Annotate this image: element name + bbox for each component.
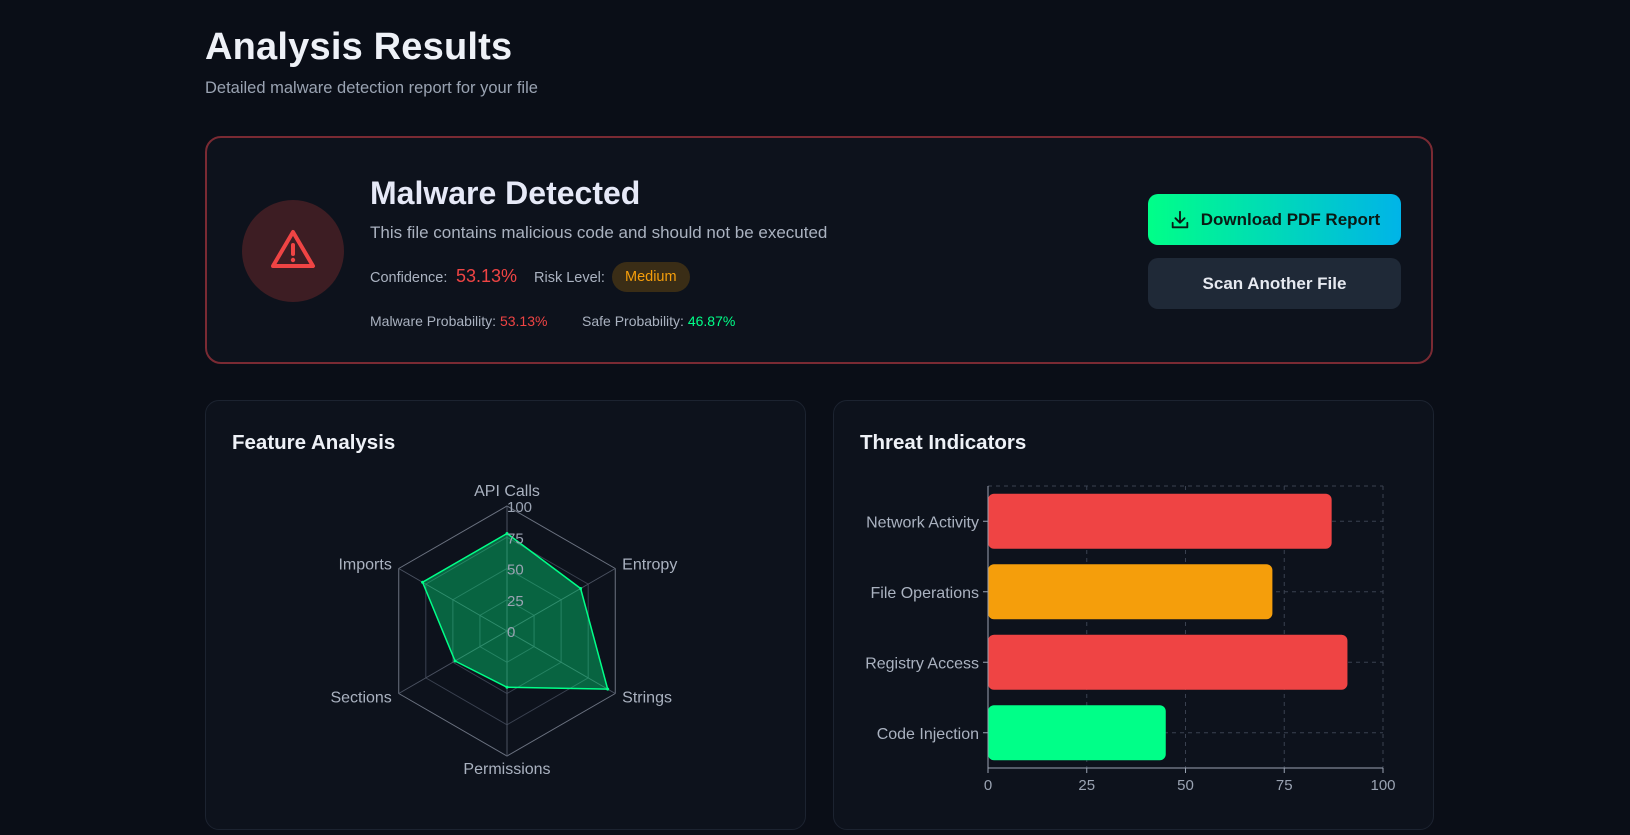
radar-axis-label: Strings	[622, 690, 672, 707]
radar-data-point	[606, 687, 610, 691]
threat-bar	[988, 564, 1273, 620]
radar-tick-label: 25	[507, 593, 524, 610]
threat-bar	[988, 493, 1332, 549]
safe-probability: Safe Probability: 46.87%	[582, 313, 735, 329]
threat-indicators-panel: Threat Indicators Network Activity File O…	[833, 400, 1434, 830]
safe-probability-value: 46.87%	[687, 313, 736, 329]
radar-tick-label: 75	[507, 530, 524, 547]
warning-triangle-icon	[271, 230, 315, 268]
confidence-label: Confidence:	[370, 270, 448, 286]
radar-data-point	[579, 587, 583, 590]
bar-category-label: File Operations	[871, 585, 980, 602]
radar-data-area	[421, 532, 609, 690]
bar-x-tick-label: 100	[1370, 777, 1395, 794]
scan-another-file-label: Scan Another File	[1202, 273, 1347, 293]
result-title: Malware Detected	[370, 175, 641, 211]
feature-analysis-panel: Feature Analysis 0 25 50 75 100 API Calls Entr…	[205, 400, 806, 830]
page-title: Analysis Results	[205, 26, 513, 68]
threat-bar	[988, 705, 1166, 761]
bar-x-tick-label: 50	[1177, 777, 1194, 794]
bar-x-tick-label: 0	[984, 777, 992, 794]
download-pdf-label: Download PDF Report	[1200, 209, 1381, 229]
bar-category-label: Registry Access	[865, 655, 979, 672]
alert-badge	[242, 200, 344, 302]
radar-data-point	[421, 580, 425, 584]
download-pdf-button[interactable]: Download PDF Report	[1148, 194, 1401, 245]
confidence-value: 53.13%	[456, 266, 518, 286]
radar-axis-label: Imports	[338, 557, 391, 574]
threat-bar-chart: Network Activity File Operations Registry …	[865, 485, 1396, 794]
radar-axis-label: Sections	[330, 690, 391, 707]
result-description: This file contains malicious code and sh…	[370, 223, 828, 242]
page-subtitle: Detailed malware detection report for yo…	[205, 79, 538, 97]
bar-x-tick-label: 25	[1078, 777, 1095, 794]
bar-x-tick-label: 75	[1276, 777, 1293, 794]
radar-data-point	[505, 685, 509, 689]
feature-radar-chart: 0 25 50 75 100API Calls Entropy Strings Permiss…	[330, 483, 677, 778]
malware-probability-label: Malware Probability:	[370, 313, 497, 329]
malware-probability-value: 53.13%	[499, 313, 548, 329]
safe-probability-label: Safe Probability:	[582, 313, 684, 329]
risk-level-label: Risk Level:	[534, 270, 605, 286]
scan-another-file-button[interactable]: Scan Another File	[1148, 258, 1401, 309]
threat-bar	[988, 634, 1348, 690]
bar-category-label: Network Activity	[866, 514, 979, 531]
risk-level-badge: Medium	[612, 262, 690, 292]
radar-axis-label: Entropy	[622, 557, 677, 574]
radar-axis-label: Permissions	[463, 761, 550, 778]
radar-tick-label: 50	[507, 562, 524, 579]
malware-probability: Malware Probability: 53.13%	[370, 313, 547, 329]
radar-axis-label: API Calls	[474, 483, 540, 500]
radar-data-point	[453, 659, 457, 663]
radar-tick-label: 0	[507, 624, 515, 641]
detection-result-card: Malware Detected This file contains mali…	[205, 136, 1433, 364]
radar-tick-label: 100	[507, 499, 532, 516]
download-icon	[1171, 210, 1189, 228]
bar-category-label: Code Injection	[877, 726, 979, 743]
